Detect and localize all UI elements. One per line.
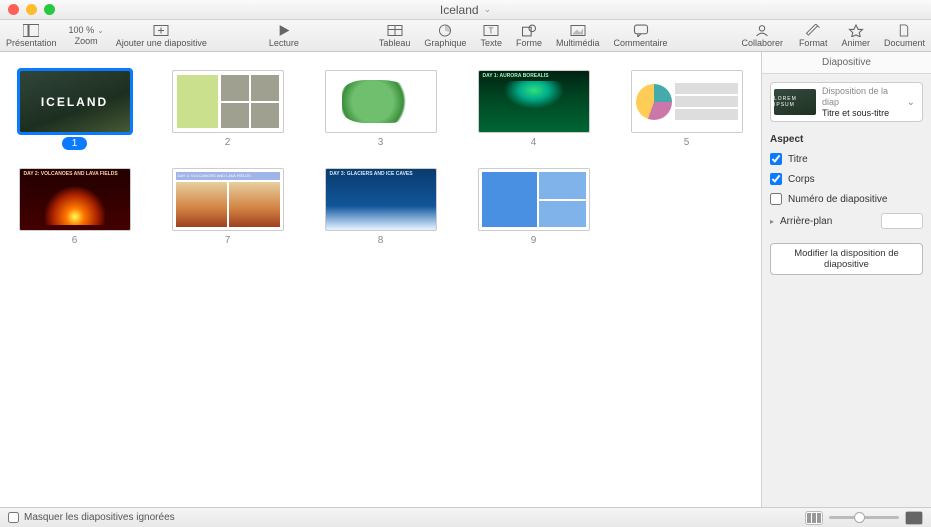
slide-layout-picker[interactable]: LOREM IPSUM Disposition de la diap Titre…: [770, 82, 923, 122]
slide-number: 5: [684, 137, 690, 148]
animate-icon: [847, 23, 865, 37]
slide-thumbnail-2[interactable]: [172, 70, 284, 133]
collaborate-icon: [753, 23, 771, 37]
format-icon: [804, 23, 822, 37]
hide-skipped-input[interactable]: [8, 512, 19, 523]
checkbox-slidenum-input[interactable]: [770, 193, 782, 205]
slide-thumbnail-3[interactable]: [325, 70, 437, 133]
fullscreen-window-icon[interactable]: [44, 4, 55, 15]
view-icon: [22, 23, 40, 37]
insert-comment-button[interactable]: Commentaire: [613, 23, 667, 48]
zoom-menu-button[interactable]: 100 %⌄ Zoom: [69, 25, 104, 46]
slide-thumbnail-1[interactable]: ICELAND: [19, 70, 131, 133]
collaborate-button[interactable]: Collaborer: [742, 23, 784, 48]
zoom-value: 100 %⌄: [69, 25, 104, 35]
slide-number: 1: [62, 137, 88, 150]
window-titlebar: Iceland ⌄: [0, 0, 931, 20]
checkbox-body[interactable]: Corps: [770, 173, 923, 185]
document-name: Iceland: [440, 3, 479, 17]
light-table-view[interactable]: ICELAND 1 2 3 DAY 1: AURORA BOREALIS 4 5…: [0, 52, 761, 507]
shape-icon: [520, 23, 538, 37]
slide-number: 3: [378, 137, 384, 148]
table-icon: [386, 23, 404, 37]
comment-icon: [632, 23, 650, 37]
slide-thumbnail-4[interactable]: DAY 1: AURORA BOREALIS: [478, 70, 590, 133]
chart-icon: [436, 23, 454, 37]
close-window-icon[interactable]: [8, 4, 19, 15]
slide-number: 7: [225, 235, 231, 246]
background-color-swatch[interactable]: [881, 213, 923, 229]
checkbox-body-input[interactable]: [770, 173, 782, 185]
document-inspector-button[interactable]: Document: [884, 23, 925, 48]
zoom-slider-knob[interactable]: [854, 512, 865, 523]
text-icon: T: [482, 23, 500, 37]
media-icon: [569, 23, 587, 37]
insert-table-button[interactable]: Tableau: [379, 23, 411, 48]
slide-thumbnail-8[interactable]: DAY 3: GLACIERS AND ICE CAVES: [325, 168, 437, 231]
animate-inspector-button[interactable]: Animer: [841, 23, 870, 48]
insert-text-button[interactable]: T Texte: [480, 23, 502, 48]
format-inspector-button[interactable]: Format: [799, 23, 828, 48]
slide-thumbnail-9[interactable]: [478, 168, 590, 231]
slide-thumbnail-6[interactable]: DAY 2: VOLCANOES AND LAVA FIELDS: [19, 168, 131, 231]
checkbox-title-input[interactable]: [770, 153, 782, 165]
slide-thumbnail-5[interactable]: [631, 70, 743, 133]
insert-shape-button[interactable]: Forme: [516, 23, 542, 48]
checkbox-title[interactable]: Titre: [770, 153, 923, 165]
hide-skipped-checkbox[interactable]: Masquer les diapositives ignorées: [8, 512, 175, 523]
status-bar: Masquer les diapositives ignorées: [0, 507, 931, 527]
slide-number: 8: [378, 235, 384, 246]
insert-media-button[interactable]: Multimédia: [556, 23, 600, 48]
view-mode-single-button[interactable]: [905, 511, 923, 525]
inspector-tab-slide[interactable]: Diapositive: [762, 52, 931, 74]
slide-number: 6: [72, 235, 78, 246]
play-button[interactable]: Lecture: [269, 23, 299, 48]
view-mode-grid-button[interactable]: [805, 511, 823, 525]
minimize-window-icon[interactable]: [26, 4, 37, 15]
zoom-slider[interactable]: [829, 516, 899, 519]
slide-thumbnail-7[interactable]: DAY 2: VOLCANOES AND LAVA FIELDS: [172, 168, 284, 231]
edit-slide-layout-button[interactable]: Modifier la disposition de diapositive: [770, 243, 923, 275]
slide-number: 9: [531, 235, 537, 246]
format-inspector: Diapositive LOREM IPSUM Disposition de l…: [761, 52, 931, 507]
plus-slide-icon: [152, 23, 170, 37]
play-icon: [275, 23, 293, 37]
insert-chart-button[interactable]: Graphique: [424, 23, 466, 48]
slide-number: 2: [225, 137, 231, 148]
layout-caption: Disposition de la diap: [822, 86, 901, 108]
aspect-section-header: Aspect: [770, 134, 923, 145]
chevron-up-down-icon: ⌄: [907, 97, 919, 108]
document-icon: [895, 23, 913, 37]
toolbar: Présentation 100 %⌄ Zoom Ajouter une dia…: [0, 20, 931, 52]
slide-number: 4: [531, 137, 537, 148]
checkbox-slide-number[interactable]: Numéro de diapositive: [770, 193, 923, 205]
document-title[interactable]: Iceland ⌄: [440, 3, 491, 17]
chevron-down-icon: ⌄: [484, 4, 492, 15]
view-menu-button[interactable]: Présentation: [6, 23, 57, 48]
layout-name: Titre et sous-titre: [822, 108, 901, 119]
layout-thumbnail: LOREM IPSUM: [774, 89, 816, 115]
add-slide-button[interactable]: Ajouter une diapositive: [116, 23, 207, 48]
svg-text:T: T: [489, 26, 494, 35]
window-controls: [8, 4, 55, 15]
disclosure-triangle-icon[interactable]: ▸: [770, 217, 774, 226]
background-row[interactable]: ▸ Arrière-plan: [770, 213, 923, 229]
